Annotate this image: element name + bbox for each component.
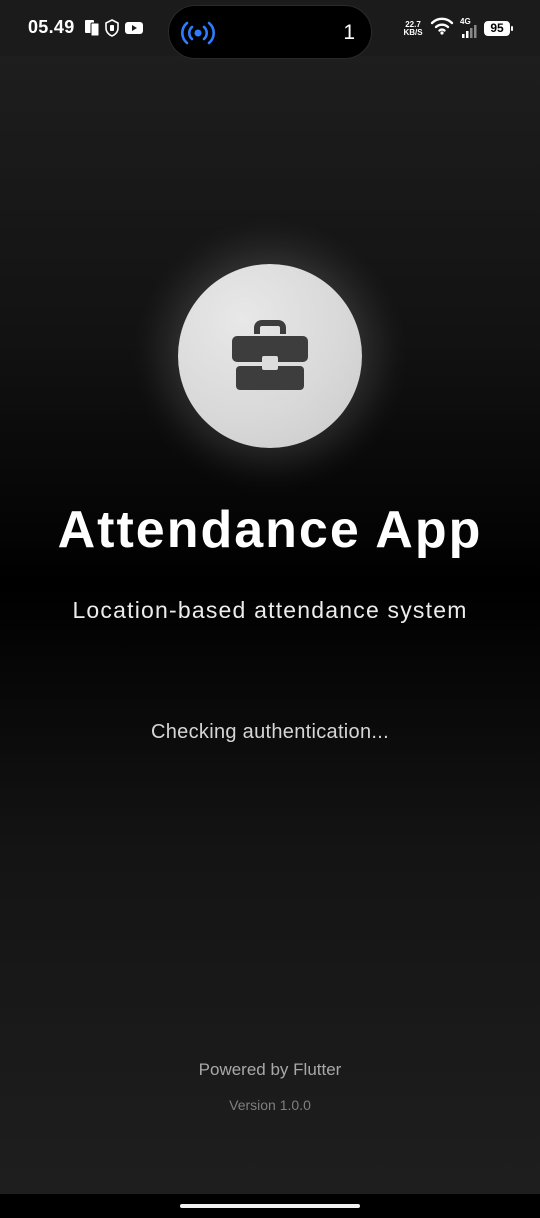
navigation-bar bbox=[0, 1194, 540, 1218]
battery-indicator: 95 bbox=[484, 21, 513, 36]
powered-by-label: Powered by Flutter bbox=[198, 1060, 342, 1079]
broadcast-icon bbox=[181, 20, 215, 46]
status-notification-icons bbox=[84, 19, 144, 42]
wifi-icon bbox=[430, 17, 454, 40]
app-logo bbox=[178, 264, 362, 448]
home-indicator[interactable] bbox=[180, 1204, 360, 1208]
network-type: 4G bbox=[460, 16, 471, 26]
network-speed-unit: KB/S bbox=[403, 27, 423, 37]
dynamic-island[interactable]: 1 bbox=[168, 5, 372, 59]
app-title: Attendance App bbox=[57, 501, 483, 559]
youtube-icon bbox=[124, 20, 144, 41]
auth-status-text: Checking authentication... bbox=[151, 721, 389, 743]
status-bar: 05.49 1 22.7 KB/S 4G 95 bbox=[0, 0, 540, 59]
network-speed: 22.7 KB/S bbox=[402, 20, 424, 37]
splash-screen: 05.49 1 22.7 KB/S 4G 95 Attendance App L… bbox=[0, 0, 540, 1218]
cellular-signal: 4G bbox=[460, 16, 478, 39]
status-system-icons: 22.7 KB/S 4G 95 bbox=[402, 16, 513, 40]
briefcase-icon bbox=[230, 320, 310, 392]
island-count: 1 bbox=[343, 21, 355, 44]
app-subtitle: Location-based attendance system bbox=[72, 597, 468, 623]
phone-card-icon bbox=[84, 19, 100, 42]
version-label: Version 1.0.0 bbox=[229, 1097, 311, 1113]
shield-hand-icon bbox=[104, 19, 120, 42]
status-time: 05.49 bbox=[28, 17, 75, 37]
